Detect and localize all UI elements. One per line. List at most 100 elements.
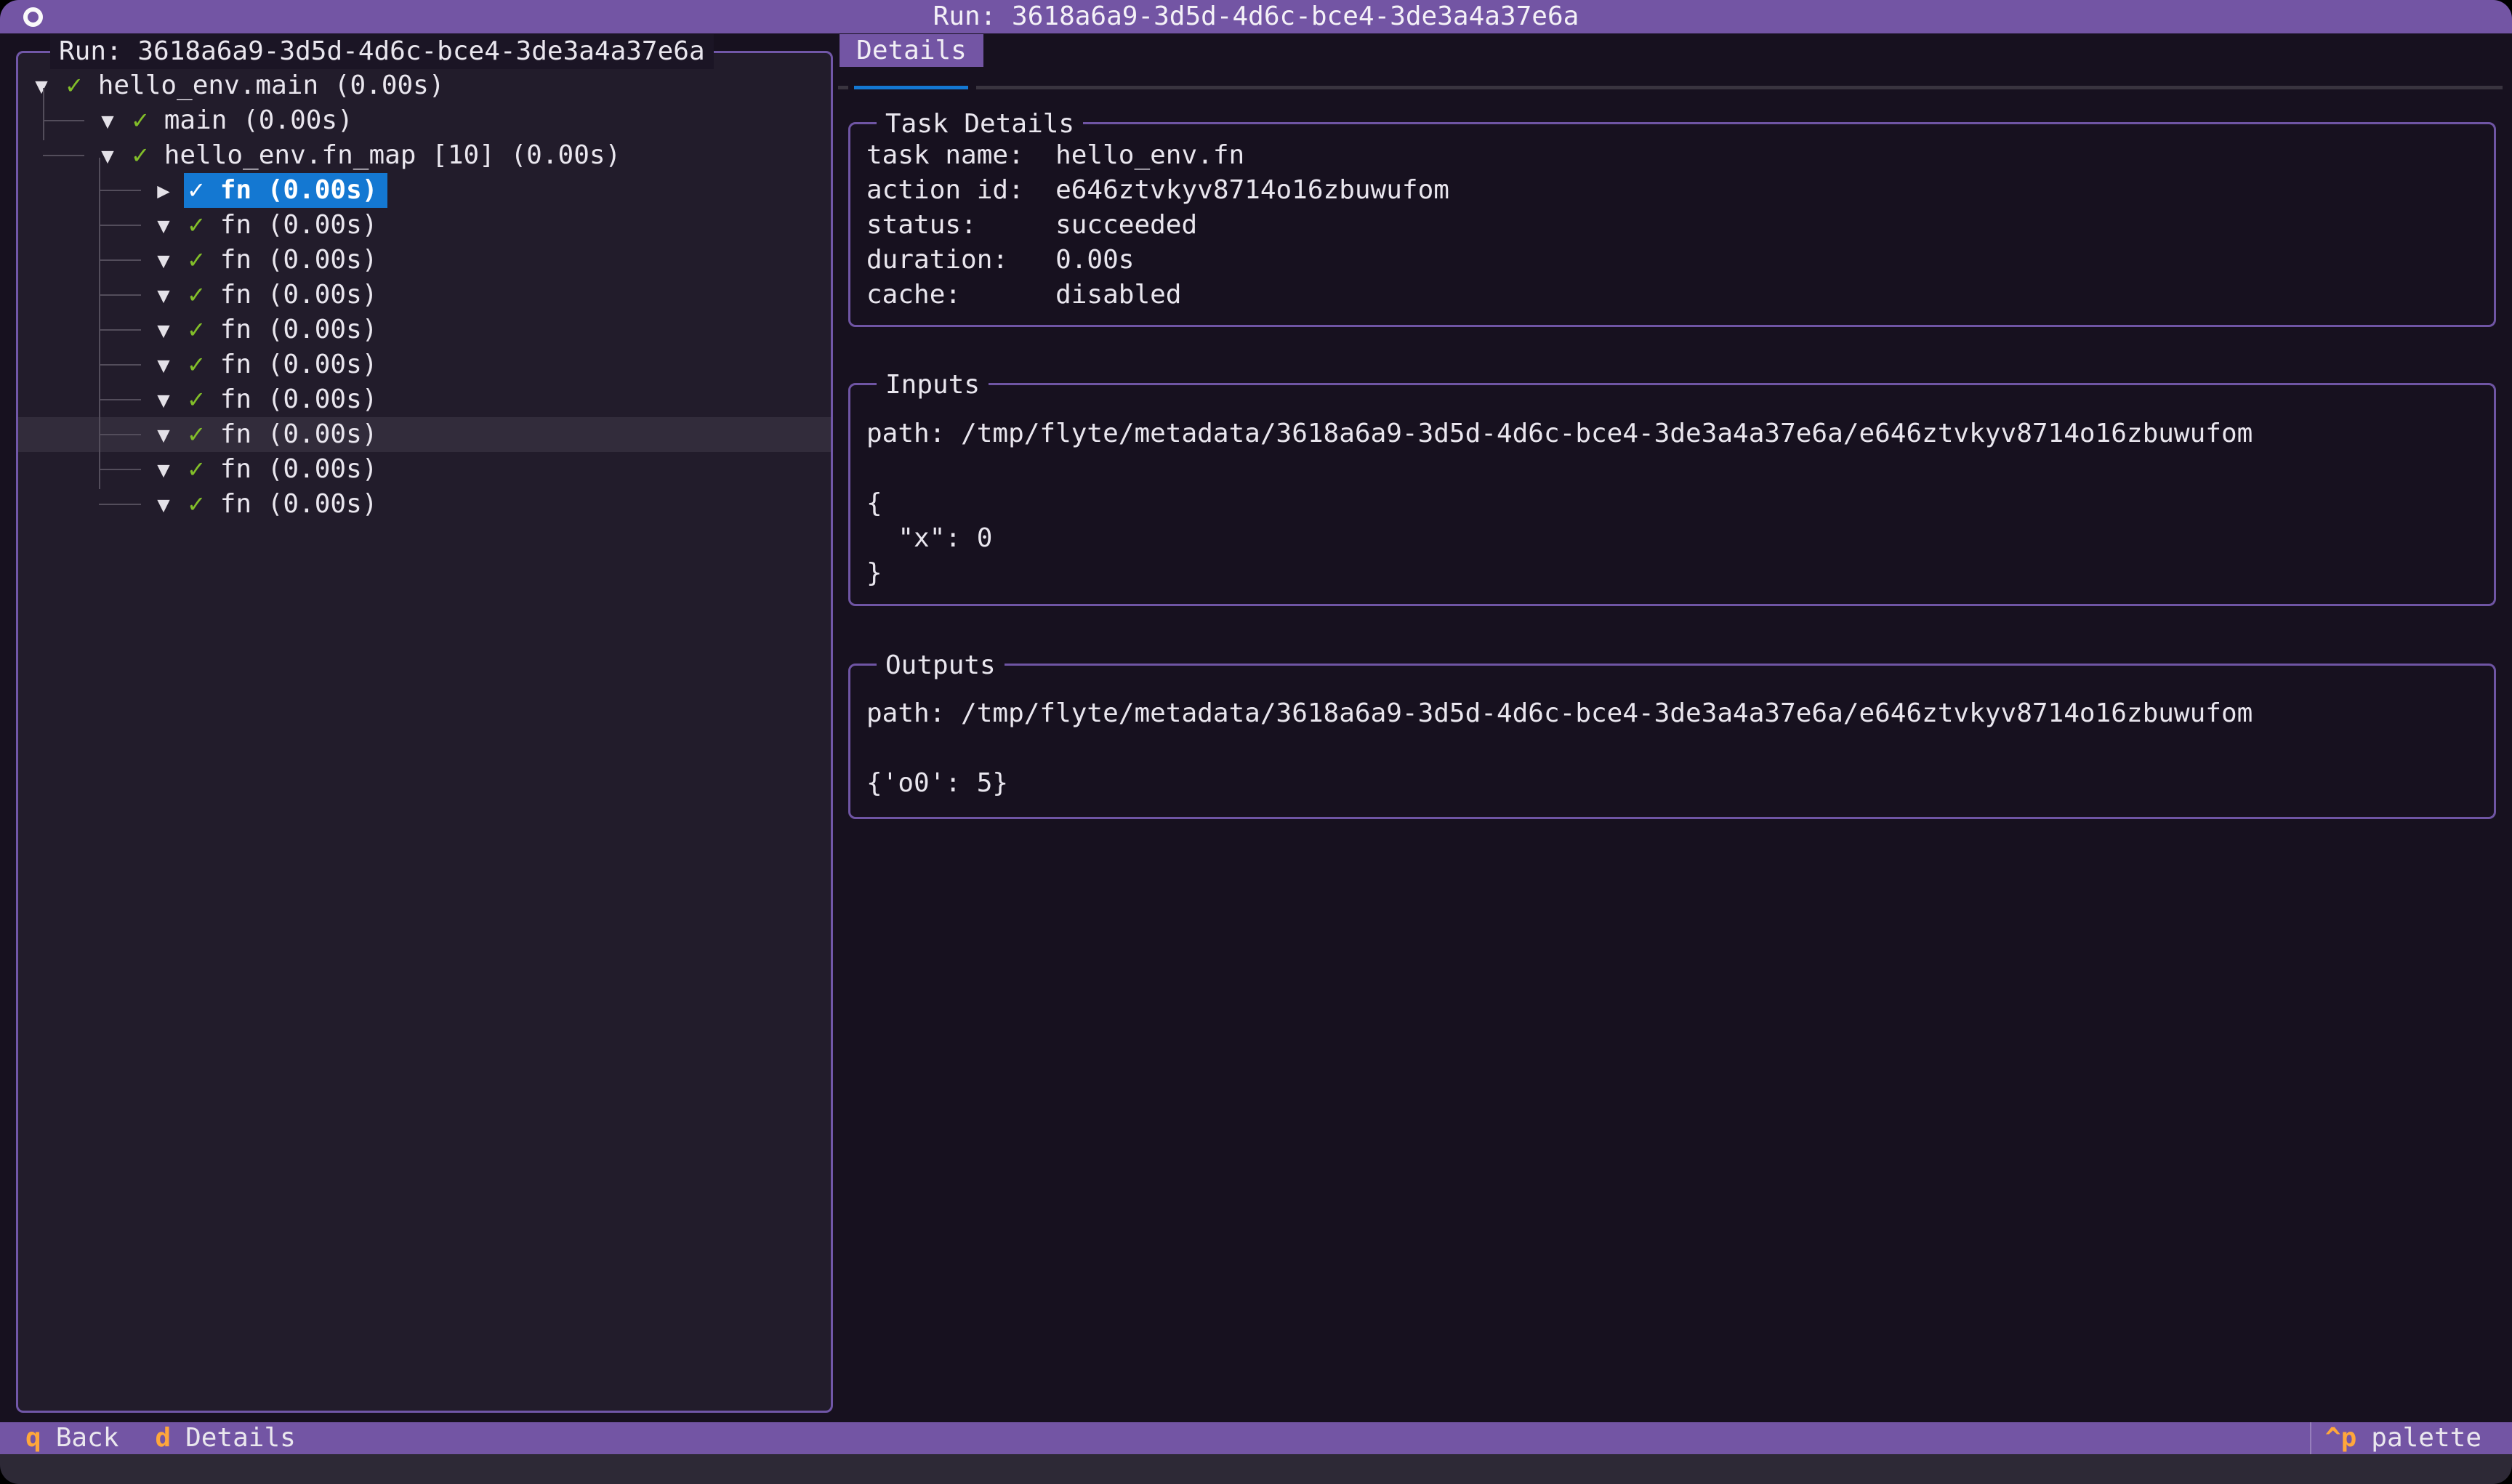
tree-row[interactable]: ▼ ✓ main (0.00s) [18,103,831,138]
tree-row[interactable]: ▼ ✓fn (0.00s) [18,417,831,452]
tree-guide-stub [99,259,141,261]
tree-row-label: fn (0.00s) [220,280,378,310]
footer-left-keys: q Back dDetails [25,1422,296,1454]
success-check-icon: ✓ [188,175,204,205]
tree-row-body[interactable]: ✓ hello_env.main (0.00s) [62,68,455,103]
expand-arrow-icon[interactable]: ▼ [99,138,116,173]
inputs-line: path: /tmp/flyte/metadata/3618a6a9-3d5d-… [866,416,2494,451]
tree-row-label: hello_env.main (0.00s) [98,70,445,100]
tree-row-body[interactable]: ✓ fn (0.00s) [184,278,387,312]
tree-row-body[interactable]: ✓fn (0.00s) [184,487,387,522]
keybinding-palette[interactable]: ^ppalette [2325,1422,2481,1454]
tree-row-body[interactable]: ✓ fn (0.00s) [184,173,387,208]
tree-row-body[interactable]: ✓fn (0.00s) [184,417,387,452]
run-tree[interactable]: ▼ ✓ hello_env.main (0.00s) ▼ ✓ main (0.00s… [18,68,831,522]
tree-guide-stub [99,225,141,226]
tab-details[interactable]: Details [840,34,983,67]
field-value: hello_env.fn [1055,140,1244,170]
tree-row-label: fn (0.00s) [220,175,378,205]
tree-row-label: hello_env.fn_map [10] (0.00s) [164,140,621,170]
inputs-line: "x": 0 [866,521,2494,556]
tree-row-label: fn (0.00s) [220,489,378,519]
tree-row[interactable]: ▼ ✓fn (0.00s) [18,452,831,487]
outputs-box-title: Outputs [877,648,1005,683]
expand-arrow-icon[interactable]: ▼ [155,243,172,278]
key-hint: ^p [2325,1422,2356,1454]
expand-arrow-icon[interactable]: ▼ [33,68,50,103]
tree-row-body[interactable]: ✓fn (0.00s) [184,382,387,417]
tree-row-label: fn (0.00s) [220,210,378,240]
success-check-icon: ✓ [188,419,204,449]
success-check-icon: ✓ [188,210,204,240]
expand-arrow-icon[interactable]: ▼ [155,417,172,452]
expand-arrow-icon[interactable]: ▼ [155,278,172,312]
outputs-line: {'o0': 5} [866,766,2494,801]
tree-row[interactable]: ▶ ✓ fn (0.00s) [18,173,831,208]
success-check-icon: ✓ [132,105,148,135]
expand-arrow-icon[interactable]: ▼ [155,487,172,522]
tree-row-label: fn (0.00s) [220,384,378,414]
inputs-line: { [866,486,2494,521]
expand-arrow-icon[interactable]: ▶ [155,173,172,208]
field-label: status: [866,208,1055,243]
expand-arrow-icon[interactable]: ▼ [155,452,172,487]
expand-arrow-icon[interactable]: ▼ [99,103,116,138]
outputs-line [866,731,2494,766]
tree-guide-stub [99,434,141,435]
field-value: succeeded [1055,210,1197,240]
tree-row-body[interactable]: ✓ fn (0.00s) [184,312,387,347]
success-check-icon: ✓ [188,280,204,310]
window-title: Run: 3618a6a9-3d5d-4d6c-bce4-3de3a4a37e6… [933,1,1579,31]
tree-guide-stub [99,364,141,366]
task-details-box: Task Details task name:hello_env.fn acti… [848,122,2496,327]
tree-row[interactable]: ▼ ✓fn (0.00s) [18,487,831,522]
tree-guide-stub [99,399,141,400]
tree-guide-line [99,158,100,489]
run-tree-panel: Run: 3618a6a9-3d5d-4d6c-bce4-3de3a4a37e6… [16,51,833,1413]
tree-row-body[interactable]: ✓ hello_env.fn_map [10] (0.00s) [128,138,631,173]
tree-row-label: main (0.00s) [164,105,353,135]
outputs-box: Outputs path: /tmp/flyte/metadata/3618a6… [848,664,2496,819]
tree-row-body[interactable]: ✓fn (0.00s) [184,452,387,487]
tree-row[interactable]: ▼ ✓ fn (0.00s) [18,278,831,312]
key-hint: q [25,1422,41,1454]
task-detail-row: task name:hello_env.fn [866,138,2494,173]
footer-right-keys: ^ppalette [2325,1422,2481,1454]
expand-arrow-icon[interactable]: ▼ [155,312,172,347]
tree-row-body[interactable]: ✓ fn (0.00s) [184,208,387,243]
footer-keybar: q Back dDetails ^ppalette [0,1422,2512,1454]
tree-row[interactable]: ▼ ✓ hello_env.main (0.00s) [18,68,831,103]
field-value: e646ztvkyv8714o16zbuwufom [1055,175,1449,205]
success-check-icon: ✓ [66,70,82,100]
success-check-icon: ✓ [188,315,204,344]
tree-row[interactable]: ▼ ✓ fn (0.00s) [18,208,831,243]
tree-row-label: fn (0.00s) [220,315,378,344]
tree-row[interactable]: ▼ ✓fn (0.00s) [18,243,831,278]
success-check-icon: ✓ [188,245,204,275]
inputs-line: } [866,556,2494,591]
tree-row[interactable]: ▼ ✓ hello_env.fn_map [10] (0.00s) [18,138,831,173]
field-label: task name: [866,138,1055,173]
key-hint: d [155,1422,171,1454]
inputs-box: Inputs path: /tmp/flyte/metadata/3618a6a… [848,383,2496,606]
tree-row[interactable]: ▼ ✓fn (0.00s) [18,382,831,417]
key-action-label: Back [56,1422,119,1454]
keybinding[interactable]: q Back [25,1422,118,1454]
tabline-segment [976,86,2503,89]
tree-row-body[interactable]: ✓fn (0.00s) [184,347,387,382]
inputs-line [866,451,2494,486]
tree-row-body[interactable]: ✓ main (0.00s) [128,103,363,138]
expand-arrow-icon[interactable]: ▼ [155,382,172,417]
task-detail-row: status:succeeded [866,208,2494,243]
expand-arrow-icon[interactable]: ▼ [155,347,172,382]
expand-arrow-icon[interactable]: ▼ [155,208,172,243]
app-window: Run: 3618a6a9-3d5d-4d6c-bce4-3de3a4a37e6… [0,0,2512,1484]
keybinding[interactable]: dDetails [155,1422,295,1454]
record-circle-icon [23,7,43,27]
tree-row[interactable]: ▼ ✓fn (0.00s) [18,347,831,382]
tree-row-body[interactable]: ✓fn (0.00s) [184,243,387,278]
success-check-icon: ✓ [132,140,148,170]
field-value: 0.00s [1055,245,1134,275]
tree-row[interactable]: ▼ ✓ fn (0.00s) [18,312,831,347]
inputs-content: path: /tmp/flyte/metadata/3618a6a9-3d5d-… [850,385,2494,591]
